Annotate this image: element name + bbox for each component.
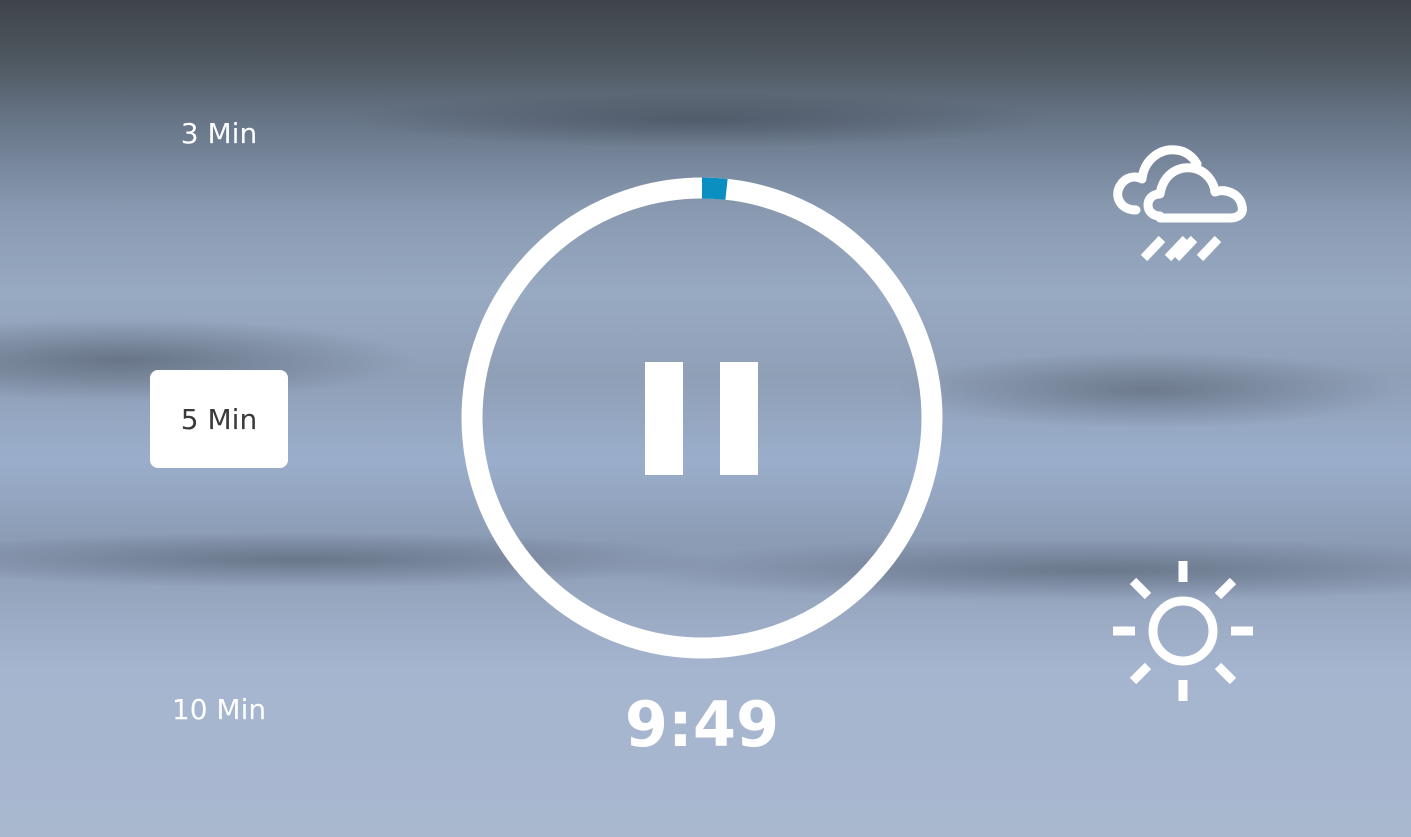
pause-bar-right <box>720 362 758 475</box>
sun-icon <box>1113 561 1253 701</box>
duration-option-5-min[interactable]: 5 Min <box>150 370 288 468</box>
duration-label: 10 Min <box>171 692 267 726</box>
pause-button[interactable] <box>641 362 761 476</box>
duration-option-3-min[interactable]: 3 Min <box>150 84 288 182</box>
duration-option-10-min[interactable]: 10 Min <box>150 660 288 758</box>
duration-label: 3 Min <box>180 116 258 150</box>
duration-label: 5 Min <box>180 402 258 436</box>
pause-bar-left <box>645 362 683 475</box>
sun-sound-button[interactable] <box>1108 558 1258 704</box>
rain-cloud-icon <box>1113 145 1247 262</box>
rain-sound-button[interactable] <box>1108 138 1258 268</box>
time-remaining: 9:49 <box>624 688 780 761</box>
timer-progress-arc <box>701 177 728 200</box>
